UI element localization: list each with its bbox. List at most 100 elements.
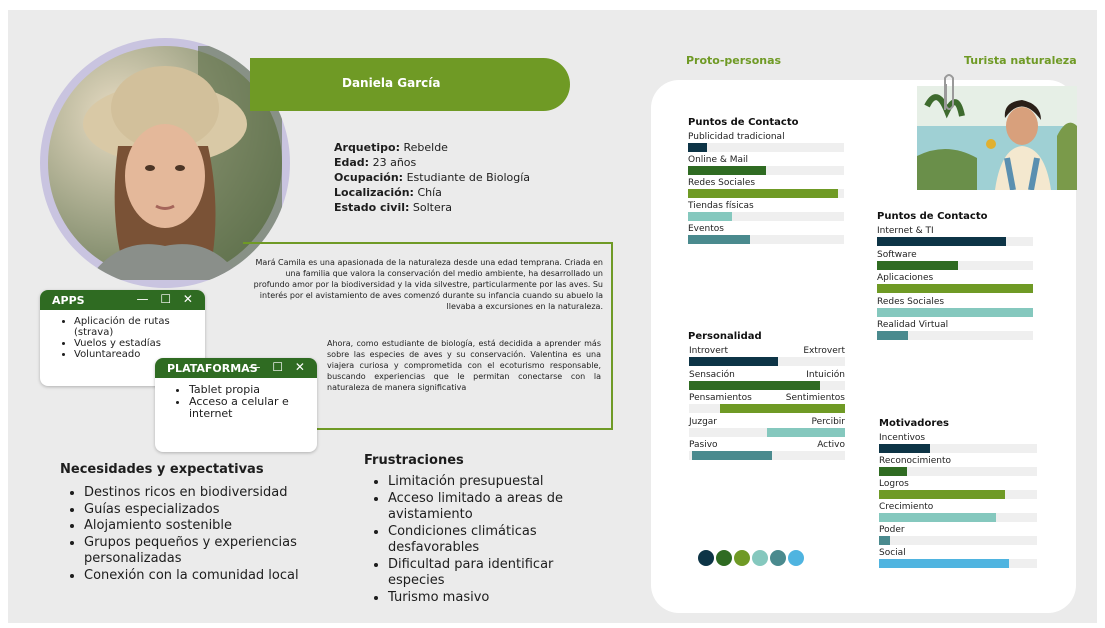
plataformas-titlebar: PLATAFORMAS — ☐ ✕ [155, 358, 317, 378]
bar-row: Social [879, 548, 1037, 568]
bar-row: Crecimiento [879, 502, 1037, 522]
bar-row: Software [877, 250, 1033, 270]
list-item: Limitación presupuestal [388, 474, 598, 491]
bar-label: Realidad Virtual [877, 320, 949, 330]
bar [689, 380, 821, 390]
chart-title-contacto-2: Puntos de Contacto [877, 211, 988, 222]
palette-swatch [716, 550, 732, 566]
bar-row: Online & Mail [688, 155, 844, 175]
bar-row: Tiendas físicas [688, 201, 844, 221]
fact-edad: Edad: 23 años [334, 156, 417, 169]
bar-row: Eventos [688, 224, 844, 244]
bar [767, 427, 845, 437]
bar-label: Redes Sociales [877, 296, 945, 307]
bar [877, 331, 909, 340]
needs-title: Necesidades y expectativas [60, 462, 264, 477]
frustrations-title: Frustraciones [364, 453, 464, 468]
scale-row: Introvert Extrovert [689, 346, 845, 366]
bar-track [879, 490, 1037, 499]
bar-row: Publicidad tradicional [688, 132, 844, 152]
bar-track [879, 513, 1037, 522]
bar-label: Reconocimiento [879, 456, 952, 466]
bar [879, 513, 996, 522]
bar [692, 451, 772, 460]
bar [877, 307, 1033, 317]
bar [689, 357, 778, 366]
palette-swatch [734, 550, 750, 566]
bar [688, 189, 838, 198]
palette-swatch [698, 550, 714, 566]
apps-titlebar: APPS — ☐ ✕ [40, 290, 205, 310]
bio-paragraph-2: Ahora, como estudiante de biología, está… [327, 339, 601, 392]
scale-right-label: Intuición [806, 369, 845, 380]
list-item: Aplicación de rutas (strava) [74, 316, 205, 338]
bar [879, 444, 930, 453]
bar-track [877, 260, 1033, 270]
list-item: Guías especializados [84, 502, 324, 519]
list-item: Destinos ricos en biodiversidad [84, 485, 324, 502]
bar-label: Internet & TI [877, 226, 934, 236]
bar-track [877, 331, 1033, 340]
name-banner: Daniela García [250, 58, 570, 111]
palette-swatch [752, 550, 768, 566]
plataformas-title: PLATAFORMAS [167, 362, 258, 375]
scale-right-label: Percibir [811, 416, 845, 427]
bar-label: Software [877, 249, 917, 260]
scale-left-label: Pensamientos [689, 393, 752, 403]
bar-row: Redes Sociales [877, 297, 1033, 317]
bar-track [688, 235, 844, 244]
bar-label: Poder [879, 525, 905, 535]
needs-list: Destinos ricos en biodiversidad Guías es… [60, 485, 324, 584]
list-item: Grupos pequeños y experiencias personali… [84, 535, 324, 568]
bar-label: Publicidad tradicional [688, 132, 785, 142]
fact-ocupacion: Ocupación: Estudiante de Biología [334, 171, 531, 184]
bar [688, 235, 751, 244]
chart-title-personalidad: Personalidad [688, 331, 762, 342]
list-item: Condiciones climáticas desfavorables [388, 524, 598, 557]
window-controls-icon[interactable]: — ☐ ✕ [137, 292, 197, 306]
bar-label: Social [879, 548, 906, 558]
bar-row: Redes Sociales [688, 178, 844, 198]
bar [879, 559, 1009, 568]
bar-row: Logros [879, 479, 1037, 499]
chart-title-contacto-1: Puntos de Contacto [688, 117, 799, 128]
window-controls-icon[interactable]: — ☐ ✕ [249, 360, 309, 374]
apps-list: Aplicación de rutas (strava) Vuelos y es… [40, 316, 205, 360]
list-item: Vuelos y estadías [74, 338, 205, 349]
tag-proto-personas: Proto-personas [686, 54, 782, 67]
bar-label: Incentivos [879, 433, 926, 443]
scale-right-label: Activo [817, 440, 845, 450]
bar-label: Aplicaciones [877, 273, 934, 283]
scale-right-label: Sentimientos [785, 393, 845, 403]
bar-track [688, 166, 844, 175]
fact-estado-civil: Estado civil: Soltera [334, 201, 453, 214]
needs-section: Necesidades y expectativas Destinos rico… [60, 462, 324, 584]
bar-track [879, 444, 1037, 453]
tag-turista-naturaleza: Turista naturaleza [964, 54, 1077, 67]
bar-row: Incentivos [879, 433, 1037, 453]
bar-row: Reconocimiento [879, 456, 1037, 476]
bar-track [877, 307, 1033, 317]
bar-track [688, 189, 844, 198]
bar-track [879, 536, 1037, 545]
bar [879, 490, 1006, 499]
scale-left-label: Pasivo [689, 440, 718, 450]
plataformas-window: PLATAFORMAS — ☐ ✕ Tablet propia Acceso a… [155, 358, 317, 452]
scale-left-label: Sensación [689, 369, 735, 380]
apps-title: APPS [52, 294, 85, 307]
scale-row: Pensamientos Sentimientos [689, 393, 845, 413]
bar-row: Poder [879, 525, 1037, 545]
list-item: Turismo masivo [388, 590, 598, 607]
persona-name: Daniela García [342, 76, 441, 90]
bar-track [877, 237, 1033, 246]
list-item: Acceso a celular e internet [189, 396, 317, 420]
bar-label: Eventos [688, 224, 724, 234]
palette-swatch [788, 550, 804, 566]
bar-track [689, 380, 845, 390]
bar-track [877, 284, 1033, 293]
paperclip-icon [944, 74, 954, 110]
frustrations-section: Frustraciones Limitación presupuestal Ac… [364, 453, 598, 606]
scale-right-label: Extrovert [803, 346, 845, 356]
bar-track [689, 404, 845, 413]
bar-row: Aplicaciones [877, 273, 1033, 293]
